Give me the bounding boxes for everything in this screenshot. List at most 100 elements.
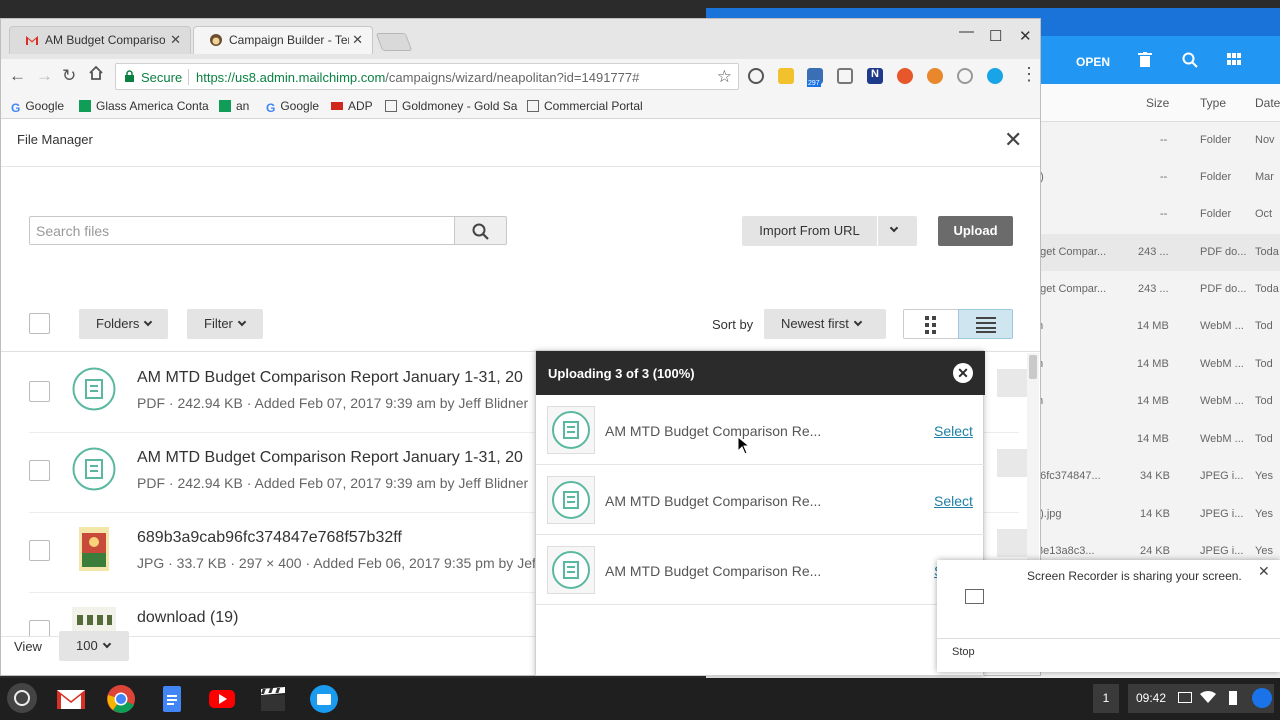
document-icon <box>72 367 116 411</box>
google-icon: G <box>11 101 21 115</box>
grid-view-button[interactable] <box>903 309 959 339</box>
stop-sharing-button[interactable]: Stop <box>952 646 975 658</box>
upload-item: AM MTD Budget Comparison Re... Select <box>536 465 985 535</box>
youtube-app-icon[interactable] <box>206 683 238 715</box>
status-tray[interactable]: 09:42 <box>1128 684 1274 713</box>
divider <box>937 638 1280 639</box>
bookmark-google-2[interactable]: G Google <box>266 99 319 115</box>
column-header-type[interactable]: Type <box>1200 96 1226 110</box>
trash-icon[interactable] <box>1138 52 1152 73</box>
search-input[interactable]: Search files <box>29 216 455 245</box>
grid-view-icon[interactable] <box>1227 52 1241 70</box>
row-action-button[interactable] <box>997 369 1027 397</box>
bookmark-commercial-portal[interactable]: Commercial Portal <box>527 99 643 113</box>
launcher-icon[interactable] <box>7 683 37 713</box>
row-action-button[interactable] <box>997 529 1027 557</box>
scrollbar-thumb[interactable] <box>1029 355 1037 379</box>
filter-dropdown[interactable]: Filter <box>187 309 263 339</box>
file-name[interactable]: AM MTD Budget Comparison Report January … <box>137 449 523 467</box>
wifi-icon <box>1200 690 1216 707</box>
firefox-icon[interactable] <box>927 68 943 84</box>
gmail-app-icon[interactable] <box>55 683 87 715</box>
file-name[interactable]: AM MTD Budget Comparison Report January … <box>137 369 523 387</box>
extension-icon[interactable] <box>778 68 794 84</box>
bookmark-goldmoney[interactable]: Goldmoney - Gold Sa <box>385 99 517 113</box>
bookmark-google[interactable]: G Google <box>11 99 64 115</box>
address-divider <box>188 69 189 85</box>
reload-icon[interactable]: ↻ <box>62 66 76 86</box>
file-meta: PDF · 242.94 KB · Added Feb 07, 2017 9:3… <box>137 395 529 411</box>
new-tab-button[interactable] <box>375 33 413 51</box>
video-editor-app-icon[interactable] <box>257 683 289 715</box>
tab-am-budget[interactable]: AM Budget Comparison ✕ <box>9 26 191 54</box>
chrome-app-icon[interactable] <box>105 683 137 715</box>
file-name[interactable]: 689b3a9cab96fc374847e768f57b32ff <box>137 529 402 547</box>
docs-app-icon[interactable] <box>156 683 188 715</box>
extension-badge: 297 <box>807 80 821 87</box>
document-icon <box>547 546 595 594</box>
document-icon <box>547 476 595 524</box>
files-app-icon[interactable] <box>308 683 340 715</box>
document-icon <box>72 447 116 491</box>
select-link[interactable]: Select <box>934 493 973 509</box>
url-text[interactable]: https://us8.admin.mailchimp.com/campaign… <box>196 70 639 85</box>
extension-icon[interactable] <box>748 68 764 84</box>
close-icon[interactable]: ✕ <box>1258 563 1270 580</box>
search-icon[interactable] <box>1182 52 1198 73</box>
file-meta: PDF · 242.94 KB · Added Feb 07, 2017 9:3… <box>137 475 529 491</box>
file-name[interactable]: download (19) <box>137 609 238 627</box>
tab-strip: AM Budget Comparison ✕ Campaign Builder … <box>1 19 1040 59</box>
tab-campaign-builder[interactable]: Campaign Builder - Temp ✕ <box>193 26 373 54</box>
mailchimp-icon <box>209 33 223 47</box>
import-from-url-button[interactable]: Import From URL <box>742 216 877 246</box>
column-header-date[interactable]: Date <box>1255 96 1280 110</box>
skype-icon[interactable] <box>987 68 1003 84</box>
extension-icon[interactable] <box>897 68 913 84</box>
minimize-icon[interactable]: — <box>959 23 974 40</box>
page-icon <box>385 100 397 112</box>
avatar <box>1252 688 1272 708</box>
search-button[interactable] <box>454 216 507 245</box>
upload-progress-panel: Uploading 3 of 3 (100%) ✕ AM MTD Budget … <box>535 350 985 676</box>
extension-icon[interactable] <box>957 68 973 84</box>
list-icon <box>976 317 996 338</box>
address-bar[interactable]: Secure https://us8.admin.mailchimp.com/c… <box>115 63 739 90</box>
upload-status-title: Uploading 3 of 3 (100%) <box>548 366 695 381</box>
sort-dropdown[interactable]: Newest first <box>764 309 886 339</box>
close-icon[interactable]: ✕ <box>953 363 973 383</box>
back-icon[interactable]: ← <box>9 66 26 86</box>
bookmark-glass-america[interactable]: Glass America Conta <box>79 99 209 113</box>
column-header-size[interactable]: Size <box>1146 96 1169 110</box>
close-icon[interactable]: ✕ <box>1004 127 1022 153</box>
upload-item: AM MTD Budget Comparison Re... Select <box>536 395 985 465</box>
select-link[interactable]: Select <box>934 423 973 439</box>
notion-icon[interactable]: N <box>867 68 883 84</box>
file-checkbox[interactable] <box>29 381 50 402</box>
home-icon[interactable] <box>88 65 104 86</box>
bookmark-adp[interactable]: ADP <box>331 99 373 113</box>
bookmarks-bar: G Google Glass America Conta an G Google A… <box>1 94 1040 119</box>
notification-message: Screen Recorder is sharing your screen. <box>1027 569 1242 583</box>
upload-button[interactable]: Upload <box>938 216 1013 246</box>
menu-icon[interactable]: ⋮ <box>1020 64 1038 85</box>
close-window-icon[interactable]: ✕ <box>1019 27 1032 45</box>
list-view-button[interactable] <box>958 309 1013 339</box>
folders-dropdown[interactable]: Folders <box>79 309 168 339</box>
bookmark-star-icon[interactable]: ☆ <box>717 67 732 87</box>
notification-count[interactable]: 1 <box>1093 684 1119 713</box>
import-dropdown-button[interactable] <box>878 216 917 246</box>
forward-icon[interactable]: → <box>36 66 53 86</box>
bookmark-an[interactable]: an <box>219 99 249 113</box>
file-checkbox[interactable] <box>29 460 50 481</box>
row-action-button[interactable] <box>997 449 1027 477</box>
camera-icon[interactable] <box>837 68 853 84</box>
sheet-icon <box>219 100 231 112</box>
select-all-checkbox[interactable] <box>29 313 50 334</box>
file-checkbox[interactable] <box>29 540 50 561</box>
sheet-icon <box>79 100 91 112</box>
close-tab-icon[interactable]: ✕ <box>170 32 181 48</box>
open-button[interactable]: OPEN <box>1076 55 1110 69</box>
maximize-icon[interactable]: ☐ <box>989 27 1002 45</box>
close-tab-icon[interactable]: ✕ <box>352 32 363 48</box>
page-size-dropdown[interactable]: 100 <box>59 631 129 661</box>
